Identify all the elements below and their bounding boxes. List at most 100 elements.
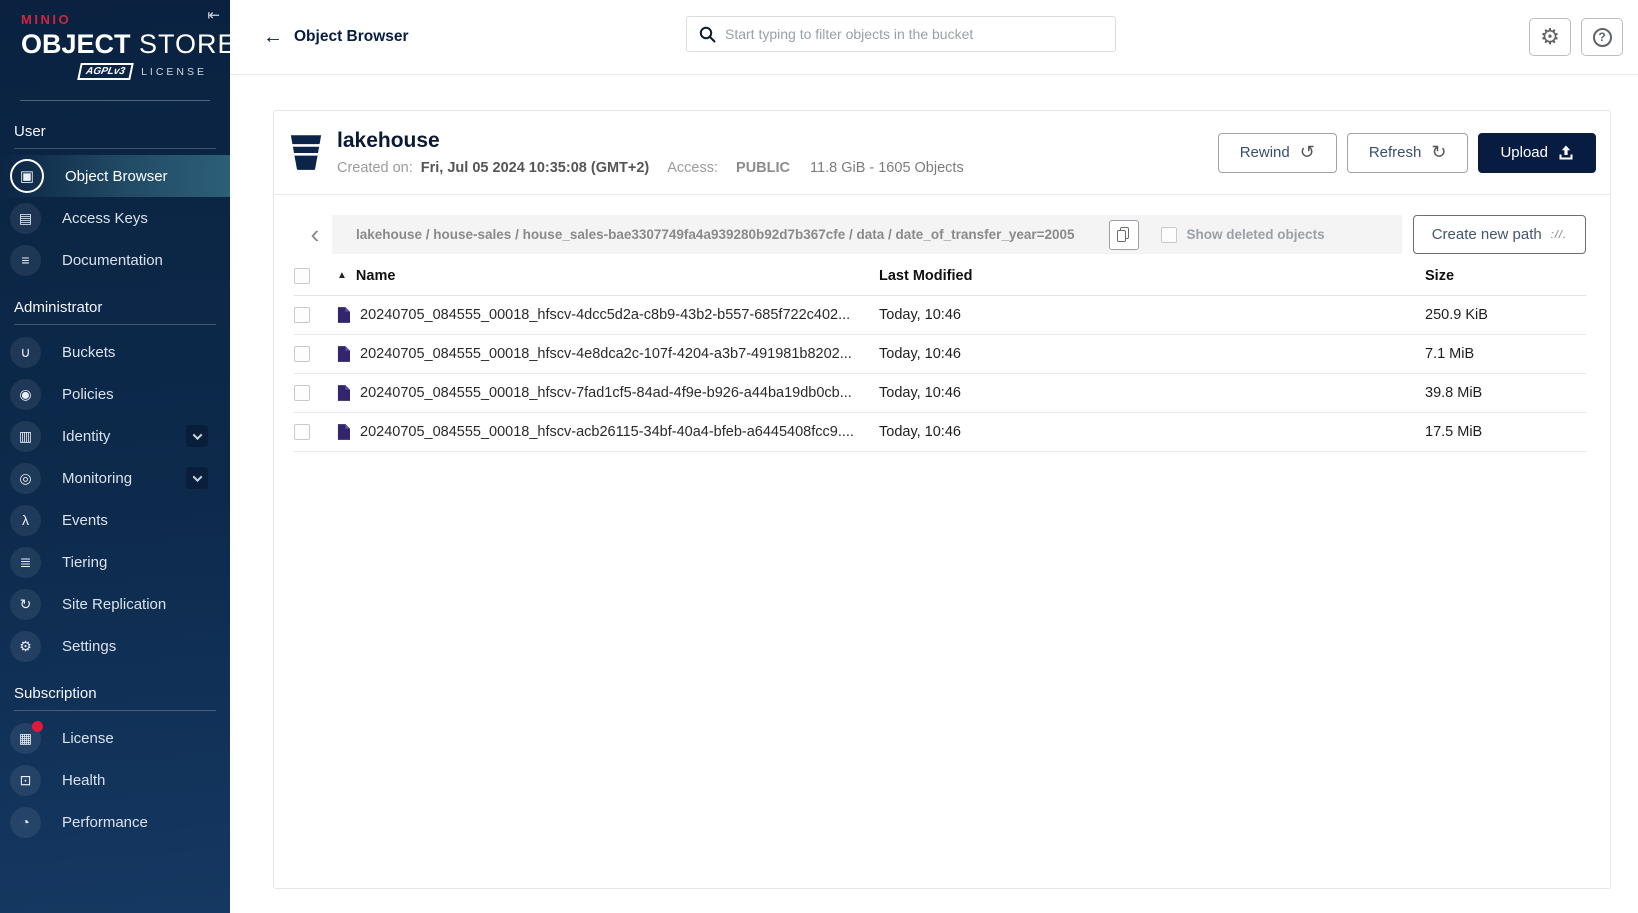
created-on-value: Fri, Jul 05 2024 10:35:08 (GMT+2) xyxy=(421,160,649,176)
column-name: Name xyxy=(356,268,396,284)
row-checkbox[interactable] xyxy=(294,307,310,323)
topbar: ← Object Browser ⚙ ? xyxy=(230,0,1638,75)
object-filter-search[interactable] xyxy=(686,16,1116,52)
bucket-name: lakehouse xyxy=(337,129,964,153)
divider xyxy=(14,710,216,711)
settings-icon: ⚙ xyxy=(10,631,41,662)
sidebar-item-performance[interactable]: ◔ Performance xyxy=(0,801,230,843)
rewind-button[interactable]: Rewind ↺ xyxy=(1218,133,1337,173)
object-size: 7.1 MiB xyxy=(1425,346,1586,362)
bucket-header: lakehouse Created on: Fri, Jul 05 2024 1… xyxy=(274,111,1610,195)
new-path-icon: ://. xyxy=(1551,229,1567,241)
buckets-icon: ∪ xyxy=(10,337,41,368)
object-name: 20240705_084555_00018_hfscv-4e8dca2c-107… xyxy=(360,346,852,362)
sidebar-item-monitoring[interactable]: ◎ Monitoring xyxy=(0,457,230,499)
minio-wordmark: MINIO xyxy=(21,12,207,27)
divider xyxy=(20,100,210,101)
show-deleted-checkbox[interactable] xyxy=(1161,227,1177,243)
table-header-row: ▲ Name Last Modified Size xyxy=(294,256,1586,296)
main-area: ← Object Browser ⚙ ? xyxy=(230,0,1638,913)
file-icon xyxy=(337,346,350,362)
sidebar-section-administrator: Administrator xyxy=(0,281,230,324)
file-icon xyxy=(337,385,350,401)
bucket-card: lakehouse Created on: Fri, Jul 05 2024 1… xyxy=(273,110,1611,889)
search-input[interactable] xyxy=(725,26,1103,42)
sidebar-item-site-replication[interactable]: ↻ Site Replication xyxy=(0,583,230,625)
sidebar-item-documentation[interactable]: ≡ Documentation xyxy=(0,239,230,281)
sidebar-item-buckets[interactable]: ∪ Buckets xyxy=(0,331,230,373)
object-size: 250.9 KiB xyxy=(1425,307,1586,323)
tiering-icon: ≣ xyxy=(10,547,41,578)
sidebar-item-object-browser[interactable]: ▣ Object Browser xyxy=(0,155,230,197)
sidebar-item-identity[interactable]: ▥ Identity xyxy=(0,415,230,457)
product-name-bold: OBJECT xyxy=(21,29,131,59)
object-browser-icon: ▣ xyxy=(10,159,44,193)
agpl-badge: AGPLv3 xyxy=(77,63,134,80)
table-row[interactable]: 20240705_084555_00018_hfscv-4e8dca2c-107… xyxy=(294,335,1586,374)
file-icon xyxy=(337,307,350,323)
created-on-label: Created on: xyxy=(337,160,413,176)
policies-icon: ◉ xyxy=(10,379,41,410)
refresh-icon: ↻ xyxy=(1431,142,1446,163)
object-modified: Today, 10:46 xyxy=(879,346,1425,362)
sidebar-item-tiering[interactable]: ≣ Tiering xyxy=(0,541,230,583)
access-label: Access: xyxy=(667,160,718,176)
refresh-button[interactable]: Refresh ↻ xyxy=(1347,133,1469,173)
sidebar-item-access-keys[interactable]: ▤ Access Keys xyxy=(0,197,230,239)
product-name-light: STORE xyxy=(131,29,237,59)
sidebar-item-events[interactable]: λ Events xyxy=(0,499,230,541)
object-modified: Today, 10:46 xyxy=(879,424,1425,440)
health-icon: ⊡ xyxy=(10,765,41,796)
object-name: 20240705_084555_00018_hfscv-acb26115-34b… xyxy=(360,424,854,440)
table-row[interactable]: 20240705_084555_00018_hfscv-4dcc5d2a-c8b… xyxy=(294,296,1586,335)
search-icon xyxy=(699,26,716,43)
copy-path-button[interactable] xyxy=(1109,220,1139,250)
documentation-icon: ≡ xyxy=(10,245,41,276)
sidebar-collapse-icon[interactable]: ⇤ xyxy=(207,6,220,24)
minio-logo: MINIO OBJECT STORE AGPLv3 LICENSE xyxy=(0,0,230,80)
upload-button[interactable]: Upload xyxy=(1478,133,1596,173)
page-title: Object Browser xyxy=(294,28,409,46)
settings-button[interactable]: ⚙ xyxy=(1529,18,1571,56)
help-icon: ? xyxy=(1593,28,1612,47)
sidebar-section-user: User xyxy=(0,105,230,148)
help-button[interactable]: ? xyxy=(1581,18,1623,56)
bucket-icon xyxy=(290,134,322,172)
license-text: LICENSE xyxy=(141,66,207,78)
sidebar-item-license[interactable]: ▦ License xyxy=(0,717,230,759)
product-name: OBJECT STORE xyxy=(21,29,207,60)
chevron-down-icon[interactable] xyxy=(186,467,208,489)
table-row[interactable]: 20240705_084555_00018_hfscv-acb26115-34b… xyxy=(294,413,1586,452)
sidebar-item-health[interactable]: ⊡ Health xyxy=(0,759,230,801)
sidebar-item-settings[interactable]: ⚙ Settings xyxy=(0,625,230,667)
chevron-down-icon[interactable] xyxy=(186,425,208,447)
sidebar: ⇤ MINIO OBJECT STORE AGPLv3 LICENSE User… xyxy=(0,0,230,913)
object-name: 20240705_084555_00018_hfscv-4dcc5d2a-c8b… xyxy=(360,307,850,323)
breadcrumb: lakehouse / house-sales / house_sales-ba… xyxy=(356,227,1075,242)
upload-icon xyxy=(1558,145,1574,161)
performance-icon: ◔ xyxy=(10,807,41,838)
table-row[interactable]: 20240705_084555_00018_hfscv-7fad1cf5-84a… xyxy=(294,374,1586,413)
sort-ascending-icon[interactable]: ▲ xyxy=(337,270,347,281)
object-modified: Today, 10:46 xyxy=(879,307,1425,323)
back-arrow-icon[interactable]: ← xyxy=(263,26,283,49)
object-size: 17.5 MiB xyxy=(1425,424,1586,440)
row-checkbox[interactable] xyxy=(294,346,310,362)
select-all-checkbox[interactable] xyxy=(294,268,310,284)
column-size: Size xyxy=(1425,268,1586,284)
sidebar-section-subscription: Subscription xyxy=(0,667,230,710)
bucket-usage: 11.8 GiB - 1605 Objects xyxy=(810,160,964,176)
breadcrumb-row: ‹ lakehouse / house-sales / house_sales-… xyxy=(298,215,1586,254)
site-replication-icon: ↻ xyxy=(10,589,41,620)
identity-icon: ▥ xyxy=(10,421,41,452)
breadcrumb-back-chevron[interactable]: ‹ xyxy=(298,215,332,254)
license-alert-dot xyxy=(32,721,43,732)
license-icon: ▦ xyxy=(10,723,41,754)
sidebar-item-policies[interactable]: ◉ Policies xyxy=(0,373,230,415)
row-checkbox[interactable] xyxy=(294,424,310,440)
access-keys-icon: ▤ xyxy=(10,203,41,234)
create-new-path-button[interactable]: Create new path ://. xyxy=(1413,215,1586,254)
object-name: 20240705_084555_00018_hfscv-7fad1cf5-84a… xyxy=(360,385,852,401)
rewind-icon: ↺ xyxy=(1300,142,1315,163)
row-checkbox[interactable] xyxy=(294,385,310,401)
